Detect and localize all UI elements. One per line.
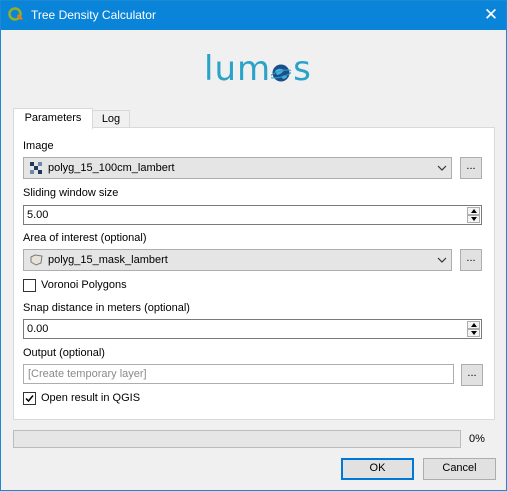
tab-log[interactable]: Log — [93, 110, 130, 128]
image-combo[interactable]: polyg_15_100cm_lambert — [23, 157, 452, 179]
globe-icon — [271, 64, 291, 82]
raster-layer-icon — [30, 162, 42, 174]
close-button[interactable]: ✕ — [476, 1, 506, 30]
aoi-combo[interactable]: polyg_15_mask_lambert — [23, 249, 452, 271]
qgis-icon — [8, 7, 23, 21]
dialog-window: Tree Density Calculator ✕ lum s Parameter… — [0, 0, 507, 491]
output-browse-button[interactable]: ... — [461, 364, 483, 386]
output-label: Output (optional) — [23, 347, 105, 359]
spin-down-button[interactable] — [467, 215, 480, 223]
output-field[interactable]: [Create temporary layer] — [23, 364, 454, 384]
spin-up-button[interactable] — [467, 321, 480, 329]
window-title: Tree Density Calculator — [31, 8, 156, 22]
spin-up-button[interactable] — [467, 207, 480, 215]
sliding-window-label: Sliding window size — [23, 187, 119, 199]
progress-bar — [13, 430, 461, 448]
snap-distance-value: 0.00 — [27, 323, 49, 335]
sliding-window-spinbox[interactable]: 5.00 — [23, 205, 482, 225]
voronoi-checkbox[interactable] — [23, 279, 36, 292]
image-value: polyg_15_100cm_lambert — [48, 162, 175, 174]
snap-distance-spinbox[interactable]: 0.00 — [23, 319, 482, 339]
ok-button[interactable]: OK — [341, 458, 414, 480]
snap-distance-label: Snap distance in meters (optional) — [23, 302, 190, 314]
open-result-label: Open result in QGIS — [41, 392, 141, 404]
title-bar[interactable]: Tree Density Calculator ✕ — [1, 1, 506, 30]
cancel-button[interactable]: Cancel — [423, 458, 496, 480]
aoi-label: Area of interest (optional) — [23, 232, 147, 244]
sliding-window-value: 5.00 — [27, 209, 49, 221]
logo-text: lum s — [204, 49, 312, 89]
chevron-down-icon — [437, 257, 447, 263]
aoi-browse-button[interactable]: ... — [460, 249, 482, 271]
progress-percent: 0% — [469, 433, 485, 445]
lumos-logo: lum s — [204, 51, 314, 87]
aoi-value: polyg_15_mask_lambert — [48, 254, 168, 266]
polygon-layer-icon — [30, 254, 43, 266]
output-placeholder: [Create temporary layer] — [28, 368, 147, 380]
voronoi-label: Voronoi Polygons — [41, 279, 127, 291]
spin-down-button[interactable] — [467, 329, 480, 337]
image-label: Image — [23, 140, 54, 152]
tab-parameters[interactable]: Parameters — [13, 108, 93, 129]
image-browse-button[interactable]: ... — [460, 157, 482, 179]
chevron-down-icon — [437, 165, 447, 171]
open-result-checkbox[interactable] — [23, 392, 36, 405]
checkmark-icon — [25, 395, 34, 403]
